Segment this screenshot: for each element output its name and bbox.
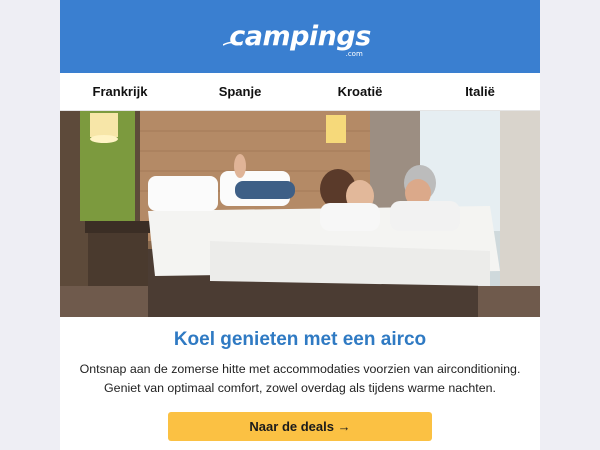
- country-nav: Frankrijk Spanje Kroatië Italië: [60, 73, 540, 111]
- deals-button[interactable]: Naar de deals →: [168, 412, 432, 441]
- nav-item-frankrijk[interactable]: Frankrijk: [60, 84, 180, 99]
- cta-wrapper: Naar de deals →: [60, 412, 540, 441]
- nav-item-italie[interactable]: Italië: [420, 84, 540, 99]
- nav-item-kroatie[interactable]: Kroatië: [300, 84, 420, 99]
- nav-item-spanje[interactable]: Spanje: [180, 84, 300, 99]
- logo-text: campings: [229, 21, 371, 52]
- promo-body: Ontsnap aan de zomerse hitte met accommo…: [79, 362, 521, 395]
- campings-logo[interactable]: campings .com: [223, 21, 371, 58]
- email-header: campings .com: [60, 0, 540, 73]
- logo-suffix: .com: [345, 50, 363, 58]
- hero-image[interactable]: [60, 111, 540, 317]
- promo-title: Koel genieten met een airco: [173, 329, 427, 350]
- email-container: campings .com Frankrijk Spanje Kroatië I…: [60, 0, 540, 450]
- logo-swoosh-icon: [223, 41, 242, 46]
